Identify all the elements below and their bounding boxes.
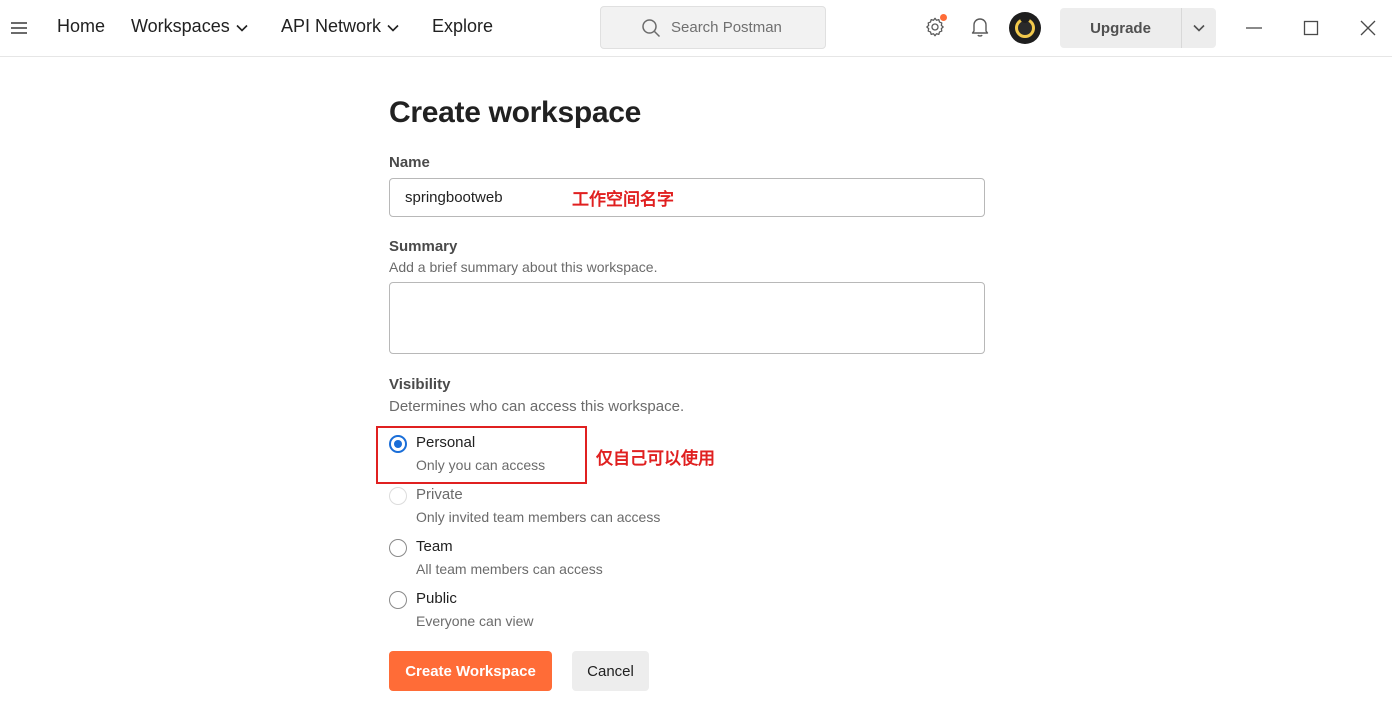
nav-explore-label: Explore	[432, 16, 494, 36]
notification-dot	[940, 14, 947, 21]
notifications-button[interactable]	[967, 13, 993, 41]
close-icon	[1360, 20, 1376, 36]
name-label: Name	[389, 154, 430, 171]
upgrade-label: Upgrade	[1090, 19, 1151, 37]
upgrade-dropdown-button[interactable]	[1182, 8, 1216, 48]
avatar[interactable]	[1009, 12, 1041, 44]
workspace-summary-input[interactable]	[389, 282, 985, 354]
upgrade-button-group: Upgrade	[1060, 8, 1216, 48]
search-icon	[642, 18, 661, 37]
upgrade-button[interactable]: Upgrade	[1060, 8, 1182, 48]
workspace-name-input[interactable]	[389, 178, 985, 217]
summary-help-text: Add a brief summary about this workspace…	[389, 259, 658, 275]
visibility-help-text: Determines who can access this workspace…	[389, 398, 685, 415]
radio-team[interactable]	[389, 539, 407, 557]
nav-workspaces-label: Workspaces	[131, 16, 230, 36]
visibility-annotation: 仅自己可以使用	[596, 449, 715, 469]
bell-icon	[971, 18, 989, 37]
create-workspace-button[interactable]: Create Workspace	[389, 651, 552, 691]
top-bar: Home Workspaces API Network Explore Sear…	[0, 0, 1392, 57]
search-bar[interactable]: Search Postman	[600, 6, 826, 49]
option-description: Everyone can view	[416, 613, 534, 629]
annotation-highlight-box	[376, 426, 587, 484]
option-label: Team	[416, 538, 453, 555]
settings-button[interactable]	[922, 13, 948, 41]
cancel-button[interactable]: Cancel	[572, 651, 649, 691]
visibility-option-private: Private Only invited team members can ac…	[389, 484, 719, 530]
search-placeholder: Search Postman	[671, 19, 782, 36]
radio-public[interactable]	[389, 591, 407, 609]
visibility-label: Visibility	[389, 376, 451, 393]
option-label: Private	[416, 486, 463, 503]
nav-home-label: Home	[57, 16, 106, 36]
page-title: Create workspace	[389, 96, 642, 129]
chevron-down-icon	[236, 24, 248, 32]
nav-home[interactable]: Home	[57, 16, 105, 37]
nav-explore[interactable]: Explore	[432, 16, 493, 37]
visibility-option-public[interactable]: Public Everyone can view	[389, 588, 719, 634]
close-window-button[interactable]	[1354, 14, 1382, 42]
chevron-down-icon	[1193, 24, 1205, 32]
maximize-icon	[1303, 20, 1319, 36]
option-description: All team members can access	[416, 561, 603, 577]
avatar-image	[1015, 18, 1035, 38]
minimize-button[interactable]	[1240, 14, 1268, 42]
chevron-down-icon	[387, 24, 399, 32]
summary-label: Summary	[389, 238, 458, 255]
option-label: Public	[416, 590, 457, 607]
option-description: Only invited team members can access	[416, 509, 661, 525]
name-annotation: 工作空间名字	[572, 190, 674, 210]
nav-api-network-label: API Network	[281, 16, 382, 36]
radio-private	[389, 487, 407, 505]
visibility-option-team[interactable]: Team All team members can access	[389, 536, 719, 582]
maximize-button[interactable]	[1297, 14, 1325, 42]
nav-api-network[interactable]: API Network	[281, 16, 399, 37]
hamburger-menu-icon[interactable]	[11, 22, 27, 34]
nav-workspaces[interactable]: Workspaces	[131, 16, 248, 37]
minimize-icon	[1246, 27, 1262, 29]
